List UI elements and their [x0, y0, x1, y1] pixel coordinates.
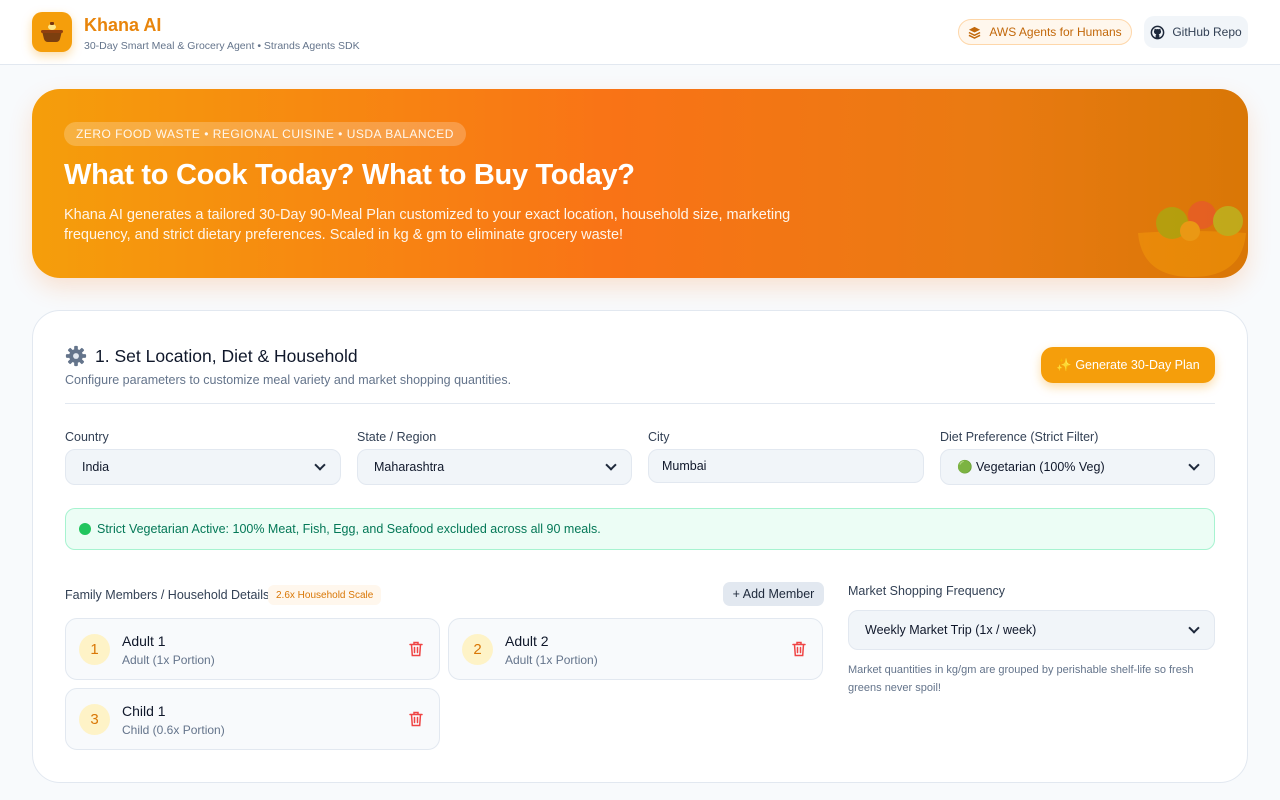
shopping-frequency-note: Market quantities in kg/gm are grouped b…: [848, 664, 1194, 694]
member-card: 1 Adult 1 Adult (1x Portion): [65, 618, 440, 680]
cooking-pot-icon[interactable]: [32, 12, 72, 52]
country-label: Country: [65, 430, 109, 444]
trash-icon[interactable]: [792, 641, 806, 657]
app-header: Khana AI 30-Day Smart Meal & Grocery Age…: [0, 0, 1280, 65]
state-label: State / Region: [357, 430, 437, 444]
vegetarian-notice: Strict Vegetarian Active: 100% Meat, Fis…: [65, 508, 1215, 550]
diet-select[interactable]: 🟢 Vegetarian (100% Veg): [940, 449, 1215, 485]
member-portion: Child (0.6x Portion): [122, 723, 225, 737]
app-title: Khana AI: [84, 15, 162, 35]
member-name: Adult 1: [122, 633, 166, 649]
app-subtitle: 30-Day Smart Meal & Grocery Agent • Stra…: [84, 40, 360, 52]
trash-icon[interactable]: [409, 711, 423, 727]
hero-title: What to Cook Today? What to Buy Today?: [64, 159, 635, 191]
member-card: 3 Child 1 Child (0.6x Portion): [65, 688, 440, 750]
member-name: Child 1: [122, 703, 166, 719]
member-name: Adult 2: [505, 633, 549, 649]
chevron-down-icon: [1188, 459, 1200, 471]
section-subtitle: Configure parameters to customize meal v…: [65, 373, 512, 387]
hero-description: Khana AI generates a tailored 30-Day 90-…: [64, 207, 791, 243]
generate-plan-button[interactable]: ✨ Generate 30-Day Plan: [1041, 347, 1215, 383]
salad-bowl-icon: [1138, 201, 1246, 277]
country-select[interactable]: India: [65, 449, 341, 485]
hero-badge: ZERO FOOD WASTE • REGIONAL CUISINE • USD…: [64, 122, 466, 146]
city-label: City: [648, 430, 670, 444]
gear-icon: [65, 345, 87, 367]
chevron-down-icon: [1188, 622, 1200, 634]
aws-agents-button[interactable]: AWS Agents for Humans: [958, 19, 1132, 45]
trash-icon[interactable]: [409, 641, 423, 657]
vegetarian-notice-text: Strict Vegetarian Active: 100% Meat, Fis…: [97, 522, 601, 536]
green-circle-icon: [79, 523, 91, 535]
city-input[interactable]: Mumbai: [648, 449, 924, 483]
member-card: 2 Adult 2 Adult (1x Portion): [448, 618, 823, 680]
shopping-frequency-label: Market Shopping Frequency: [848, 584, 1006, 598]
member-number-badge: 3: [79, 704, 110, 735]
layers-icon: [968, 26, 981, 39]
state-value: Maharashtra: [374, 460, 445, 474]
github-icon: [1150, 25, 1165, 39]
shopping-frequency-value: Weekly Market Trip (1x / week): [865, 623, 1037, 637]
aws-agents-label: AWS Agents for Humans: [989, 25, 1122, 39]
state-select[interactable]: Maharashtra: [357, 449, 632, 485]
github-repo-label: GitHub Repo: [1172, 25, 1242, 39]
member-portion: Adult (1x Portion): [122, 653, 215, 667]
member-number-badge: 2: [462, 634, 493, 665]
add-member-button[interactable]: + Add Member: [723, 582, 824, 606]
diet-value: 🟢 Vegetarian (100% Veg): [957, 459, 1105, 474]
chevron-down-icon: [605, 459, 617, 471]
github-repo-button[interactable]: GitHub Repo: [1144, 16, 1248, 48]
settings-card: 1. Set Location, Diet & Household Config…: [32, 310, 1248, 783]
family-members-label: Family Members / Household Details: [65, 588, 270, 602]
hero-banner: ZERO FOOD WASTE • REGIONAL CUISINE • USD…: [32, 89, 1248, 278]
country-value: India: [82, 460, 110, 474]
diet-label: Diet Preference (Strict Filter): [940, 430, 1099, 444]
city-value: Mumbai: [662, 459, 707, 473]
household-scale-badge: 2.6x Household Scale: [268, 585, 382, 605]
section-title-text: 1. Set Location, Diet & Household: [95, 345, 358, 366]
section-title: 1. Set Location, Diet & Household: [65, 345, 358, 367]
member-portion: Adult (1x Portion): [505, 653, 598, 667]
member-number-badge: 1: [79, 634, 110, 665]
shopping-frequency-select[interactable]: Weekly Market Trip (1x / week): [848, 610, 1215, 650]
section-divider: [65, 403, 1215, 404]
chevron-down-icon: [314, 459, 326, 471]
